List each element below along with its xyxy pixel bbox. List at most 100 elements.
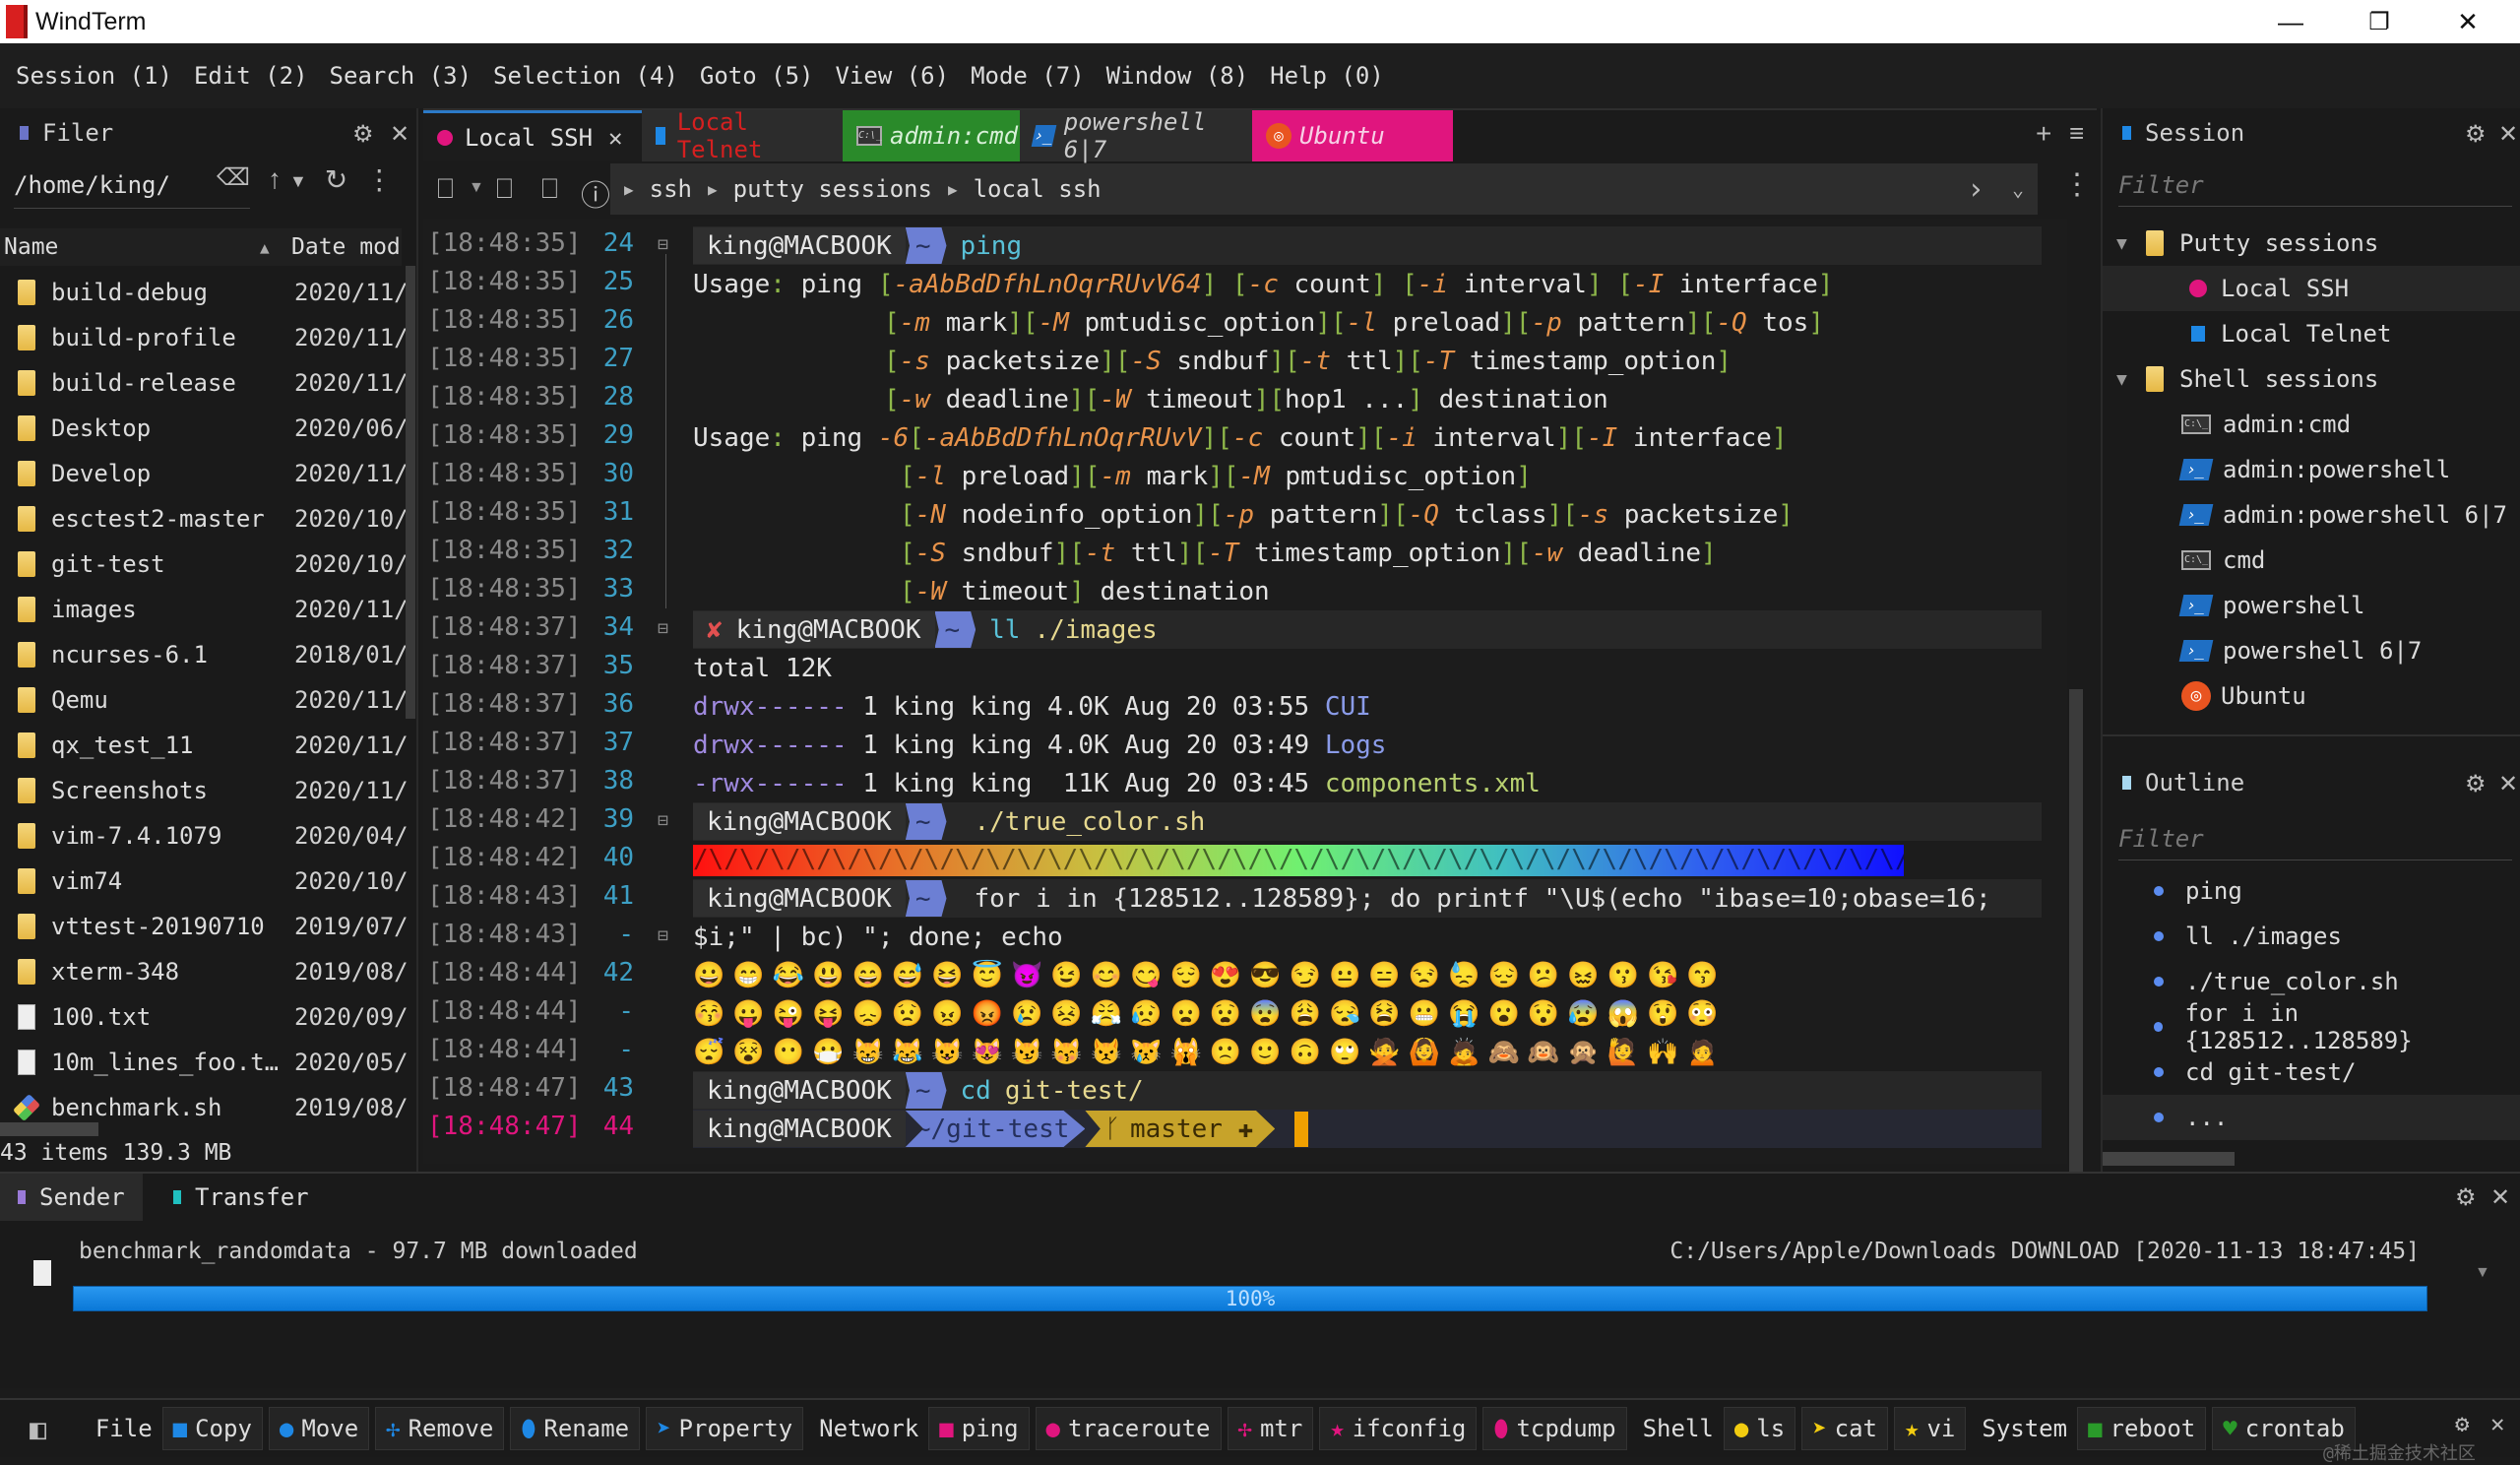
tab-transfer[interactable]: Transfer [156,1174,327,1221]
file-row[interactable]: images 2020/11/ [0,587,409,632]
outline-item[interactable]: ./true_color.sh [2103,959,2520,1004]
quick-command-tcpdump-button[interactable]: ⬮ tcpdump [1482,1407,1627,1450]
info-icon[interactable]: ⓘ [581,171,610,215]
fold-toggle-icon[interactable]: ⊟ [658,234,668,255]
new-session-dropdown-icon[interactable]: ▼ [469,179,484,197]
quick-command-mtr-button[interactable]: ✢ mtr [1227,1407,1314,1450]
outline-item[interactable]: for i in {128512..128589} [2103,999,2520,1054]
quick-command-ifconfig-button[interactable]: ★ ifconfig [1319,1407,1478,1450]
file-row[interactable]: 100.txt 2020/09/ [0,994,409,1040]
filer-horizontal-scrollbar[interactable] [0,1122,98,1136]
path-input[interactable]: /home/king/ [14,163,250,209]
file-row[interactable]: build-profile 2020/11/ [0,315,409,360]
menu-search[interactable]: Search (3) [330,62,472,90]
expand-caret-icon[interactable]: ▼ [2116,233,2146,254]
file-row[interactable]: vim74 2020/10/ [0,859,409,904]
session-item[interactable]: Local Telnet [2103,311,2520,356]
duplicate-session-icon[interactable]: ⎕ [541,173,558,206]
gear-icon[interactable]: ⚙ [2465,120,2487,149]
more-icon[interactable]: ⋮ [365,163,393,196]
terminal-scrollbar[interactable] [2069,689,2083,1172]
refresh-icon[interactable]: ↻ [325,163,347,196]
outline-item[interactable]: ... [2103,1095,2520,1140]
session-item[interactable]: C:\_ admin:cmd [2103,402,2520,447]
close-icon[interactable]: ✕ [2490,1410,2504,1437]
filer-vertical-scrollbar[interactable] [406,266,415,719]
quick-command-ls-button[interactable]: ● ls [1723,1407,1796,1450]
file-row[interactable]: vim-7.4.1079 2020/04/ [0,813,409,859]
menu-window[interactable]: Window (8) [1106,62,1249,90]
clear-path-icon[interactable]: ⌫ [217,163,250,196]
close-icon[interactable]: ✕ [2498,770,2518,798]
close-icon[interactable]: ✕ [390,120,410,149]
file-row[interactable]: qx_test_11 2020/11/ [0,723,409,768]
menu-help[interactable]: Help (0) [1270,62,1384,90]
outline-filter-input[interactable]: Filter [2118,817,2512,860]
tab-local-telnet[interactable]: Local Telnet [642,108,843,163]
menu-mode[interactable]: Mode (7) [971,62,1085,90]
crumb-putty-sessions[interactable]: putty sessions [733,175,932,203]
crumb-next-icon[interactable]: › [1967,172,1984,207]
expand-dropdown-icon[interactable]: ▼ [2475,1264,2490,1282]
session-group[interactable]: ▼ Shell sessions [2103,356,2520,402]
file-row[interactable]: esctest2-master 2020/10/ [0,496,409,541]
quick-command-Property-button[interactable]: ➤ Property [646,1407,804,1450]
tab-menu-icon[interactable]: ≡ [2069,118,2084,149]
session-item[interactable]: ◎ Ubuntu [2103,673,2520,719]
file-row[interactable]: Develop 2020/11/ [0,451,409,496]
tab-powershell[interactable]: ›_ powershell 6|7 [1020,108,1252,163]
file-row[interactable]: vttest-20190710 2019/07/ [0,904,409,949]
file-row[interactable]: 10m_lines_foo.t… 2020/05/ [0,1040,409,1085]
new-session-icon[interactable]: ⎕ [437,173,454,206]
outline-item[interactable]: cd git-test/ [2103,1050,2520,1095]
quick-command-ping-button[interactable]: ■ ping [928,1407,1030,1450]
outline-scrollbar[interactable] [2103,1152,2235,1166]
session-item[interactable]: ›_ powershell [2103,583,2520,628]
outline-item[interactable]: ll ./images [2103,914,2520,959]
column-date[interactable]: Date mod [291,234,401,260]
tab-admin-cmd[interactable]: C:\_ admin:cmd [843,110,1020,161]
file-row[interactable]: build-debug 2020/11/ [0,270,409,315]
new-tab-icon[interactable]: + [2036,118,2051,150]
session-item[interactable]: C:\_ cmd [2103,538,2520,583]
quick-command-Move-button[interactable]: ● Move [268,1407,370,1450]
close-icon[interactable]: ✕ [2498,120,2518,149]
session-item[interactable]: ›_ admin:powershell 6|7 [2103,492,2520,538]
minimize-button[interactable]: — [2246,0,2335,43]
expand-caret-icon[interactable]: ▼ [2116,369,2146,390]
tab-local-ssh[interactable]: Local SSH ✕ [423,110,642,161]
column-name[interactable]: Name [4,234,58,260]
file-row[interactable]: git-test 2020/10/ [0,541,409,587]
menu-view[interactable]: View (6) [835,62,949,90]
gear-icon[interactable]: ⚙ [2465,770,2487,798]
close-window-button[interactable]: ✕ [2424,0,2512,43]
session-filter-input[interactable]: Filter [2118,163,2512,207]
file-row[interactable]: ncurses-6.1 2018/01/ [0,632,409,677]
session-item[interactable]: ›_ powershell 6|7 [2103,628,2520,673]
gear-icon[interactable]: ⚙ [2455,1410,2469,1437]
toolbar-toggle-icon[interactable]: ◧ [30,1413,46,1445]
file-row[interactable]: Desktop 2020/06/ [0,406,409,451]
session-item[interactable]: Local SSH [2103,266,2520,311]
close-session-icon[interactable]: ⎕ [496,173,513,206]
quick-command-traceroute-button[interactable]: ● traceroute [1035,1407,1222,1450]
crumb-local-ssh[interactable]: local ssh [974,175,1102,203]
menu-selection[interactable]: Selection (4) [493,62,678,90]
file-row[interactable]: build-release 2020/11/ [0,360,409,406]
fold-toggle-icon[interactable]: ⊟ [658,925,668,946]
crumb-dropdown-icon[interactable]: ⌄ [2012,177,2024,201]
restore-button[interactable]: ❐ [2335,0,2424,43]
menu-edit[interactable]: Edit (2) [194,62,308,90]
outline-item[interactable]: ping [2103,868,2520,914]
session-item[interactable]: ›_ admin:powershell [2103,447,2520,492]
close-icon[interactable]: ✕ [2490,1183,2510,1212]
close-tab-icon[interactable]: ✕ [608,124,622,152]
quick-command-Rename-button[interactable]: ⬮ Rename [510,1407,641,1450]
up-arrow-icon[interactable]: ↑ [268,163,282,196]
quick-command-reboot-button[interactable]: ■ reboot [2077,1407,2207,1450]
gear-icon[interactable]: ⚙ [2455,1183,2477,1212]
menu-goto[interactable]: Goto (5) [700,62,814,90]
file-row[interactable]: xterm-348 2019/08/ [0,949,409,994]
quick-command-vi-button[interactable]: ★ vi [1894,1407,1967,1450]
tab-ubuntu[interactable]: ◎ Ubuntu [1252,110,1453,161]
